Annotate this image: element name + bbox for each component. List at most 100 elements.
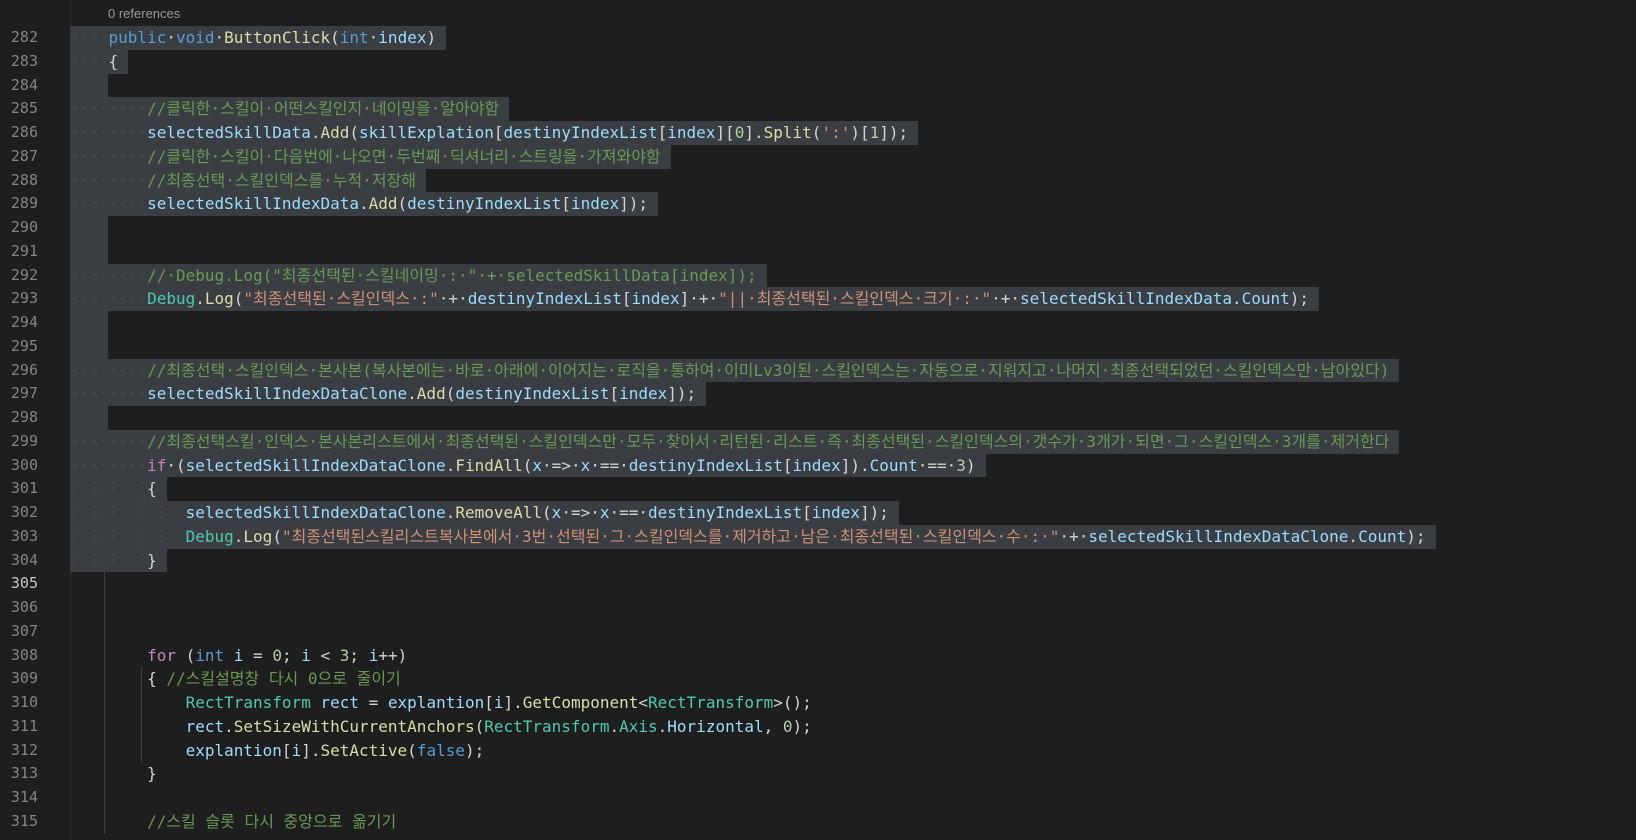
code-lines[interactable]: 282 ····public·void·ButtonClick(int·index… <box>0 26 1636 834</box>
code-content[interactable]: ····{ <box>70 49 129 74</box>
line-number: 297 <box>10 384 38 403</box>
code-content[interactable]: ········//최종선택·스킬인덱스·본사본(복사본에는·바로·아래에·이어… <box>70 358 1400 383</box>
code-content[interactable]: RectTransform rect = explantion[i].GetCo… <box>70 691 812 715</box>
code-token: . <box>224 716 234 736</box>
code-line[interactable]: 292 ········//·Debug.Log("최종선택된·스킬네이밍·:·"… <box>0 263 1636 288</box>
code-line[interactable]: 300 ········if·(selectedSkillIndexDataClo… <box>0 453 1636 478</box>
code-content[interactable]: ········} <box>70 548 167 573</box>
code-line[interactable]: 305 <box>0 572 1636 596</box>
line-number: 302 <box>10 503 38 521</box>
code-token: ·==· <box>917 455 957 475</box>
code-content[interactable]: ····public·void·ButtonClick(int·index) <box>70 26 447 50</box>
code-line[interactable]: 284 <box>0 73 1636 98</box>
code-token: [ <box>493 123 504 142</box>
code-token: ]); <box>667 384 697 404</box>
code-content[interactable]: //스킬 슬롯 다시 중앙으로 옮기기 <box>70 810 396 834</box>
code-content[interactable]: ········selectedSkillIndexDataClone.Add(… <box>70 382 707 406</box>
code-line[interactable]: 311 rect.SetSizeWithCurrentAnchors(RectT… <box>0 715 1636 739</box>
code-token: Log <box>204 289 234 309</box>
code-line[interactable]: 297 ········selectedSkillIndexDataClone.A… <box>0 382 1636 406</box>
code-line[interactable]: 289 ········selectedSkillIndexData.Add(de… <box>0 192 1636 216</box>
code-token: ++) <box>378 645 408 665</box>
code-content[interactable]: ········//최종선택스킬·인덱스·본사본리스트에서·최종선택된·스킬인덱… <box>70 429 1400 454</box>
code-line[interactable]: 286 ········selectedSkillData.Add(skillEx… <box>0 121 1636 145</box>
code-line[interactable]: 314 <box>0 786 1636 810</box>
line-number: 309 <box>10 669 38 688</box>
line-number: 292 <box>10 265 38 284</box>
code-token: explantion <box>185 740 282 760</box>
code-line[interactable]: 306 <box>0 596 1636 620</box>
code-line[interactable]: 313 } <box>0 762 1636 786</box>
code-token: [ <box>609 384 620 404</box>
code-line[interactable]: 301 ········{ <box>0 477 1636 501</box>
code-content[interactable]: ········//클릭한·스킬이·다음번에·나오면·두번째·딕셔너리·스트링을… <box>70 144 671 169</box>
code-content[interactable]: ········if·(selectedSkillIndexDataClone.… <box>70 453 986 478</box>
code-line[interactable]: 296 ········//최종선택·스킬인덱스·본사본(복사본에는·바로·아래에… <box>0 358 1636 383</box>
code-line[interactable]: 304 ········} <box>0 548 1636 573</box>
code-line[interactable]: 307 <box>0 620 1636 644</box>
line-number: 301 <box>10 479 38 498</box>
code-line[interactable]: 291 <box>0 239 1636 264</box>
code-line[interactable]: 303 ············Debug.Log("최종선택된스킬리스트복사본에… <box>0 524 1636 549</box>
code-content[interactable] <box>70 239 108 264</box>
code-token: ( <box>811 123 822 142</box>
code-content[interactable]: ········selectedSkillIndexData.Add(desti… <box>70 192 659 216</box>
code-line[interactable]: 290 <box>0 216 1636 240</box>
indent-whitespace: ········ <box>70 146 148 166</box>
code-line[interactable]: 283 ····{ <box>0 49 1636 74</box>
code-content[interactable]: explantion[i].SetActive(false); <box>70 739 485 763</box>
line-number: 294 <box>10 313 38 331</box>
code-line[interactable]: 285 ········//클릭한·스킬이·어떤스킬인지·네이밍을·알아야함 <box>0 97 1636 121</box>
code-content[interactable] <box>70 334 108 359</box>
indent-whitespace: ···· <box>70 51 109 71</box>
indent-guide <box>141 667 142 763</box>
code-line[interactable]: 298 <box>0 406 1636 430</box>
line-number: 300 <box>10 455 38 474</box>
code-content[interactable] <box>70 216 108 240</box>
code-token: [ <box>802 503 812 522</box>
code-token: //스킬설명창 다시 0으로 줄이기 <box>166 669 401 689</box>
code-content[interactable]: { //스킬설명창 다시 0으로 줄이기 <box>70 667 401 691</box>
code-content[interactable] <box>70 311 108 335</box>
code-line[interactable]: 315 //스킬 슬롯 다시 중앙으로 옮기기 <box>0 810 1636 834</box>
code-token: 1 <box>869 123 880 142</box>
line-number: 303 <box>10 526 38 545</box>
code-line[interactable]: 295 <box>0 334 1636 359</box>
code-content[interactable]: ············Debug.Log("최종선택된스킬리스트복사본에서·3… <box>70 524 1436 549</box>
code-line[interactable]: 309 { //스킬설명창 다시 0으로 줄이기 <box>0 667 1636 691</box>
code-content[interactable]: for (int i = 0; i < 3; i++) <box>70 644 407 668</box>
code-content[interactable]: rect.SetSizeWithCurrentAnchors(RectTrans… <box>70 715 812 739</box>
code-line[interactable]: 288 ········//최종선택·스킬인덱스를·누적·저장해 <box>0 168 1636 193</box>
code-line[interactable]: 308 for (int i = 0; i < 3; i++) <box>0 644 1636 668</box>
code-token: ·+· <box>438 289 468 309</box>
indent-guide <box>104 73 105 834</box>
code-content[interactable]: } <box>70 762 157 786</box>
code-token: x <box>551 503 562 522</box>
code-line[interactable]: 299 ········//최종선택스킬·인덱스·본사본리스트에서·최종선택된·스… <box>0 429 1636 454</box>
code-content[interactable]: ············selectedSkillIndexDataClone.… <box>70 501 899 525</box>
code-line[interactable]: 294 <box>0 311 1636 335</box>
code-line[interactable]: 312 explantion[i].SetActive(false); <box>0 739 1636 763</box>
code-line[interactable]: 302 ············selectedSkillIndexDataClo… <box>0 501 1636 525</box>
code-content[interactable] <box>70 73 108 98</box>
code-content[interactable]: ········selectedSkillData.Add(skillExpla… <box>70 121 919 145</box>
code-content[interactable]: ········//·Debug.Log("최종선택된·스킬네이밍·:·"·+·… <box>70 263 767 288</box>
code-line[interactable]: 310 RectTransform rect = explantion[i].G… <box>0 691 1636 715</box>
code-token: //·Debug.Log("최종선택된·스킬네이밍·:·"·+·selected… <box>147 265 757 285</box>
code-content[interactable]: ········{ <box>70 477 167 501</box>
code-line[interactable]: 293 ········Debug.Log("최종선택된·스킬인덱스·:"·+·d… <box>0 287 1636 311</box>
code-content[interactable]: ········Debug.Log("최종선택된·스킬인덱스·:"·+·dest… <box>70 287 1320 311</box>
code-token: FindAll <box>455 455 523 475</box>
code-token: ( <box>542 503 552 522</box>
code-line[interactable]: 287 ········//클릭한·스킬이·다음번에·나오면·두번째·딕셔너리·스… <box>0 144 1636 169</box>
code-token: ]. <box>301 740 321 760</box>
code-token: ':' <box>821 123 851 142</box>
codelens-references[interactable]: 0 references <box>108 6 180 26</box>
indent-whitespace: ········ <box>70 360 148 380</box>
selection-highlight: ········if·(selectedSkillIndexDataClone.… <box>70 453 986 478</box>
code-editor[interactable]: 0 references 282 ····public·void·ButtonCl… <box>0 0 1636 840</box>
code-line[interactable]: 282 ····public·void·ButtonClick(int·index… <box>0 26 1636 50</box>
code-content[interactable] <box>70 406 108 430</box>
code-content[interactable]: ········//클릭한·스킬이·어떤스킬인지·네이밍을·알아야함 <box>70 97 510 121</box>
code-content[interactable]: ········//최종선택·스킬인덱스를·누적·저장해 <box>70 168 427 193</box>
